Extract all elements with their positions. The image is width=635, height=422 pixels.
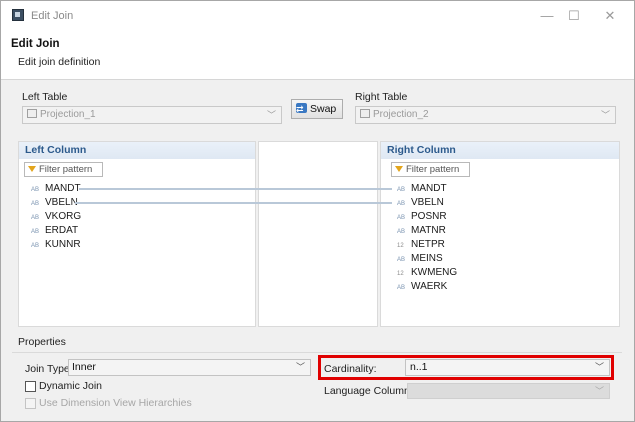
text-type-icon: AB [31,243,40,249]
use-dimension-view-hierarchies-label: Use Dimension View Hierarchies [39,397,192,409]
column-name: KUNNR [45,239,81,250]
left-column-panel: Left Column Filter pattern AB MANDT AB VBE… [18,141,256,327]
left-filter-input[interactable]: Filter pattern [24,162,103,177]
text-type-icon: AB [397,229,406,235]
column-name: VBELN [411,197,444,208]
dynamic-join-label: Dynamic Join [39,380,103,392]
column-name: KWMENG [411,267,458,278]
join-line-vbeln[interactable] [75,202,392,204]
text-type-icon: AB [31,215,40,221]
text-type-icon: AB [31,229,40,235]
number-type-icon: 12 [397,243,404,249]
left-column-item-kunnr[interactable]: AB KUNNR [31,238,81,252]
text-type-icon: AB [397,215,406,221]
right-column-item-netpr[interactable]: 12 NETPR [397,238,445,252]
column-name: VKORG [45,211,82,222]
join-type-label: Join Type: [25,363,73,375]
dialog-title: Edit Join [11,38,60,50]
right-filter-input[interactable]: Filter pattern [391,162,470,177]
join-mapping-canvas[interactable] [258,141,378,327]
table-icon [27,109,37,118]
left-table-value: Projection_1 [40,109,96,120]
chevron-down-icon: ﹀ [594,386,604,396]
right-column-item-posnr[interactable]: AB POSNR [397,210,447,224]
swap-icon [296,100,307,118]
left-column-item-vbeln[interactable]: AB VBELN [31,196,78,210]
left-column-header: Left Column [19,142,255,159]
text-type-icon: AB [397,285,406,291]
text-type-icon: AB [397,187,406,193]
right-column-header: Right Column [381,142,619,159]
left-column-item-vkorg[interactable]: AB VKORG [31,210,81,224]
chevron-down-icon: ﹀ [594,362,604,372]
chevron-down-icon: ﹀ [266,110,276,120]
language-column-label: Language Column: [324,385,413,397]
column-name: MANDT [411,183,447,194]
filter-icon [28,166,36,172]
chevron-down-icon: ﹀ [600,110,610,120]
swap-button-label: Swap [310,103,337,115]
text-type-icon: AB [31,201,40,207]
dialog-header: Edit Join Edit join definition [1,31,634,79]
left-table-select[interactable]: Projection_1 ﹀ [22,106,282,124]
table-icon [360,109,370,118]
properties-divider [12,352,622,353]
maximize-button[interactable]: ☐ [563,6,585,26]
properties-section-label: Properties [18,336,66,348]
column-name: VBELN [45,197,78,208]
left-column-item-mandt[interactable]: AB MANDT [31,182,81,196]
chevron-down-icon: ﹀ [295,362,305,372]
column-name: MANDT [45,183,81,194]
language-column-select[interactable]: ﹀ [407,383,610,399]
join-type-value: Inner [72,361,96,373]
column-name: MEINS [411,253,443,264]
cardinality-value: n..1 [410,361,428,373]
right-column-item-matnr[interactable]: AB MATNR [397,224,446,238]
right-table-select[interactable]: Projection_2 ﹀ [355,106,616,124]
cardinality-select[interactable]: n..1 ﹀ [405,359,610,376]
column-name: NETPR [411,239,445,250]
text-type-icon: AB [397,201,406,207]
right-column-item-waerk[interactable]: AB WAERK [397,280,447,294]
filter-icon [395,166,403,172]
text-type-icon: AB [31,187,40,193]
right-table-value: Projection_2 [373,109,429,120]
text-type-icon: AB [397,257,406,263]
cardinality-label: Cardinality: [324,363,377,375]
column-name: WAERK [411,281,448,292]
dynamic-join-checkbox[interactable] [25,381,36,392]
right-column-item-meins[interactable]: AB MEINS [397,252,443,266]
right-column-item-kwmeng[interactable]: 12 KWMENG [397,266,457,280]
join-line-mandt[interactable] [79,188,392,190]
use-dimension-view-hierarchies-checkbox[interactable] [25,398,36,409]
right-filter-placeholder: Filter pattern [406,164,460,175]
app-icon [12,9,24,21]
dialog-subtitle: Edit join definition [18,56,101,68]
right-column-panel: Right Column Filter pattern AB MANDT AB VB… [380,141,620,327]
right-column-item-mandt[interactable]: AB MANDT [397,182,447,196]
number-type-icon: 12 [397,271,404,277]
left-table-label: Left Table [22,91,68,103]
swap-button[interactable]: Swap [291,99,343,119]
close-button[interactable]: ✕ [599,6,621,26]
minimize-button[interactable]: — [536,6,558,26]
column-name: ERDAT [45,225,79,236]
window-title: Edit Join [31,10,74,22]
join-type-select[interactable]: Inner ﹀ [68,359,311,376]
column-name: POSNR [411,211,447,222]
column-name: MATNR [411,225,446,236]
right-column-item-vbeln[interactable]: AB VBELN [397,196,444,210]
left-column-item-erdat[interactable]: AB ERDAT [31,224,78,238]
left-filter-placeholder: Filter pattern [39,164,93,175]
right-table-label: Right Table [355,91,408,103]
